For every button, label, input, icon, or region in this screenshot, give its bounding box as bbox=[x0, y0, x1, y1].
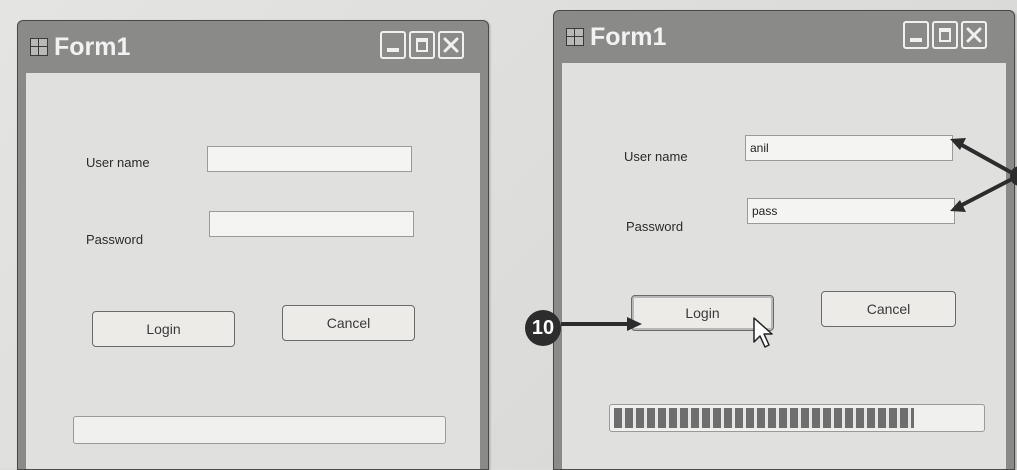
form1-window-empty: Form1 User name Password Login Cancel bbox=[17, 20, 489, 470]
username-field[interactable]: anil bbox=[745, 135, 953, 161]
cancel-button[interactable]: Cancel bbox=[821, 291, 956, 327]
maximize-icon[interactable] bbox=[409, 31, 435, 59]
minimize-icon[interactable] bbox=[903, 21, 929, 49]
callout-arrow-icon bbox=[950, 138, 1017, 212]
window-title: Form1 bbox=[54, 33, 131, 61]
form-app-icon[interactable] bbox=[30, 38, 48, 56]
form-client-area: User name anil Password pass Login Cance… bbox=[562, 63, 1006, 469]
login-button[interactable]: Login bbox=[92, 311, 235, 347]
password-field[interactable] bbox=[209, 211, 414, 237]
progress-bar bbox=[609, 404, 985, 432]
form-app-icon[interactable] bbox=[566, 28, 584, 46]
form-client-area: User name Password Login Cancel bbox=[26, 73, 480, 469]
username-field[interactable] bbox=[207, 146, 412, 172]
step-number-badge: 10 bbox=[525, 310, 561, 346]
password-label: Password bbox=[86, 232, 144, 247]
password-field[interactable]: pass bbox=[747, 198, 955, 224]
form1-window-filled: Form1 User name anil Password pass Login… bbox=[553, 10, 1015, 470]
close-icon[interactable] bbox=[961, 21, 987, 49]
maximize-icon[interactable] bbox=[932, 21, 958, 49]
title-bar[interactable]: Form1 bbox=[554, 11, 1014, 61]
close-icon[interactable] bbox=[438, 31, 464, 59]
callout-arrow-icon bbox=[561, 317, 642, 331]
minimize-icon[interactable] bbox=[380, 31, 406, 59]
window-title: Form1 bbox=[590, 23, 667, 51]
title-bar[interactable]: Form1 bbox=[18, 21, 488, 71]
username-label: User name bbox=[624, 149, 688, 164]
username-label: User name bbox=[86, 155, 150, 170]
mouse-pointer-icon bbox=[753, 317, 773, 348]
cancel-button[interactable]: Cancel bbox=[282, 305, 415, 341]
progress-fill bbox=[614, 408, 915, 428]
progress-bar bbox=[73, 416, 446, 444]
password-label: Password bbox=[626, 219, 684, 234]
